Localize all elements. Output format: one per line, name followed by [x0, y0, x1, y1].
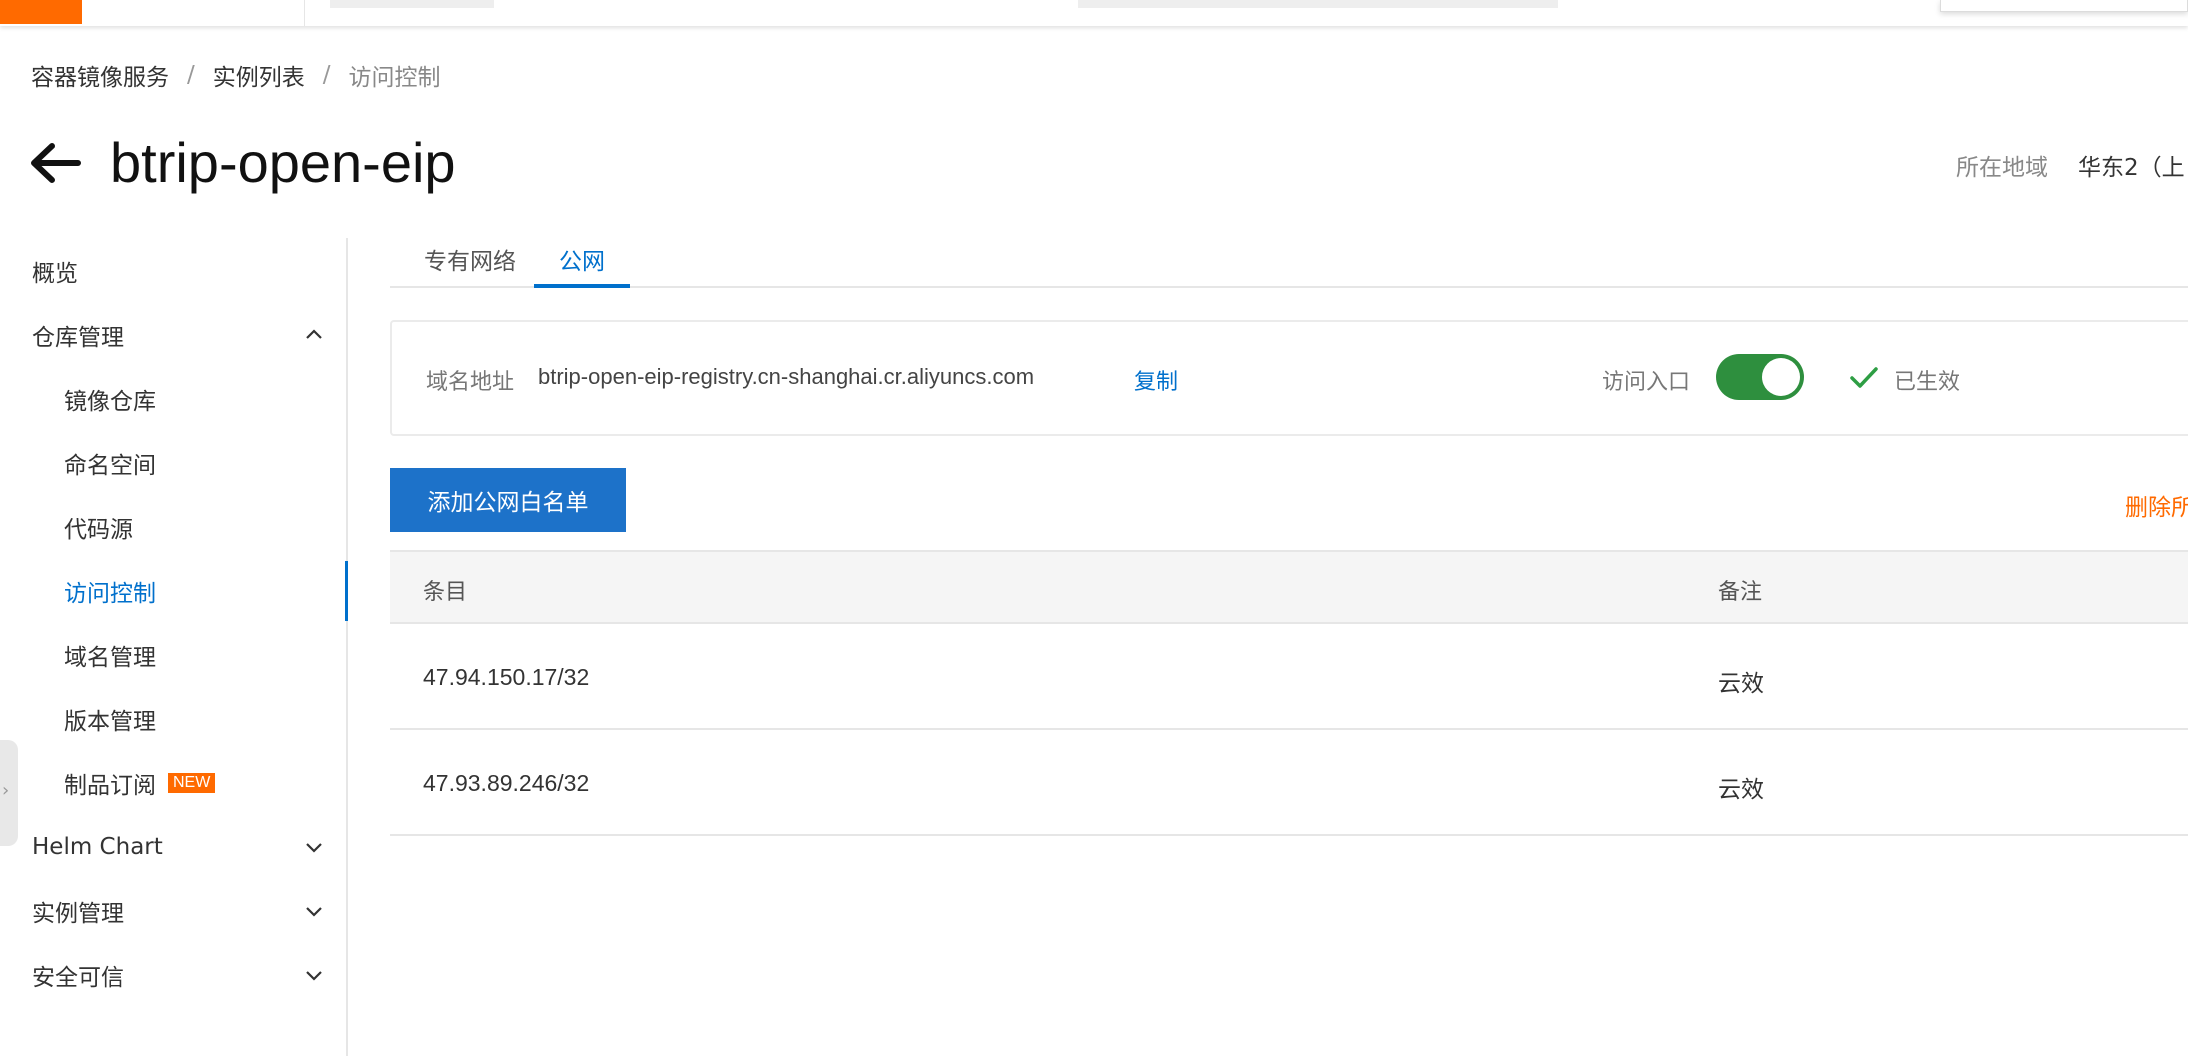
- chevron-right-icon: ›: [2, 780, 10, 801]
- breadcrumb-separator: /: [322, 62, 331, 88]
- domain-card: 域名地址 btrip-open-eip-registry.cn-shanghai…: [390, 320, 2188, 436]
- chevron-down-icon: [306, 843, 322, 853]
- tab-vpc[interactable]: 专有网络: [416, 242, 524, 288]
- sidebar-item-label: 访问控制: [64, 581, 156, 607]
- sidebar-item-label: 版本管理: [64, 709, 156, 735]
- check-icon: [1850, 367, 1878, 388]
- brand-logo[interactable]: [0, 0, 82, 24]
- tab-public[interactable]: 公网: [534, 242, 630, 288]
- cell-entry: 47.94.150.17/32: [423, 664, 590, 690]
- status-text: 已生效: [1894, 370, 1961, 395]
- chevron-down-icon: [306, 971, 322, 981]
- toggle-knob: [1762, 358, 1800, 396]
- topbar-divider: [304, 0, 305, 26]
- cell-entry: 47.93.89.246/32: [423, 770, 590, 796]
- sidebar-item-label: 概览: [32, 261, 78, 287]
- table-row: 47.93.89.246/32 云效: [390, 730, 2188, 836]
- back-arrow-icon[interactable]: [28, 138, 82, 188]
- add-whitelist-button[interactable]: 添加公网白名单: [390, 468, 626, 532]
- sidebar-item-label: 代码源: [64, 517, 133, 543]
- cell-note: 云效: [1718, 671, 1764, 697]
- sidebar-item-label: 命名空间: [64, 453, 156, 479]
- top-navbar: [0, 0, 2188, 26]
- region-label: 所在地域: [1956, 155, 2048, 181]
- sidebar-item-label: 安全可信: [32, 965, 124, 991]
- sidebar-item-label: 制品订阅: [64, 773, 156, 799]
- sidebar-item-label: Helm Chart: [32, 834, 163, 860]
- whitelist-table: 条目 备注 47.94.150.17/32 云效 47.93.89.246/32…: [390, 550, 2188, 836]
- breadcrumb-item-service[interactable]: 容器镜像服务: [31, 58, 169, 92]
- region-info: 所在地域 华东2（上: [1956, 148, 2185, 182]
- region-value: 华东2（上: [2078, 155, 2185, 181]
- column-header-entry: 条目: [423, 580, 468, 605]
- page-title: btrip-open-eip: [110, 131, 456, 194]
- sidebar-item-label: 镜像仓库: [64, 389, 156, 415]
- chevron-up-icon: [306, 329, 322, 339]
- cell-note: 云效: [1718, 777, 1764, 803]
- sidebar-item-access-control[interactable]: 访问控制: [0, 561, 348, 621]
- sidebar-group-repo-mgmt[interactable]: 仓库管理: [0, 305, 346, 365]
- network-tabs: 专有网络 公网: [390, 232, 2188, 288]
- breadcrumb: 容器镜像服务 / 实例列表 / 访问控制: [31, 58, 441, 92]
- sidebar-collapse-handle[interactable]: ›: [0, 740, 18, 846]
- sidebar-item-code-source[interactable]: 代码源: [0, 497, 346, 557]
- sidebar-item-version-mgmt[interactable]: 版本管理: [0, 689, 346, 749]
- sidebar-item-label: 实例管理: [32, 901, 124, 927]
- new-badge: NEW: [168, 773, 216, 793]
- domain-value: btrip-open-eip-registry.cn-shanghai.cr.a…: [538, 364, 1035, 389]
- breadcrumb-separator: /: [187, 62, 195, 88]
- topbar-popover: [1940, 0, 2188, 12]
- access-entry-label: 访问入口: [1602, 370, 1691, 395]
- sidebar-item-domain-mgmt[interactable]: 域名管理: [0, 625, 346, 685]
- delete-all-link[interactable]: 删除所: [2125, 488, 2188, 522]
- copy-link[interactable]: 复制: [1134, 364, 1178, 396]
- access-entry-toggle[interactable]: [1716, 354, 1804, 400]
- sidebar-item-label: 仓库管理: [32, 325, 124, 351]
- table-header: 条目 备注: [390, 550, 2188, 624]
- chevron-down-icon: [306, 907, 322, 917]
- sidebar-item-overview[interactable]: 概览: [0, 241, 346, 301]
- sidebar-group-helm-chart[interactable]: Helm Chart: [0, 817, 346, 877]
- sidebar-item-label: 域名管理: [64, 645, 156, 671]
- topbar-search[interactable]: [1078, 0, 1558, 8]
- sidebar-item-namespace[interactable]: 命名空间: [0, 433, 346, 493]
- sidebar-item-image-repo[interactable]: 镜像仓库: [0, 369, 346, 429]
- sidebar-group-security[interactable]: 安全可信: [0, 945, 346, 1005]
- sidebar: 概览 仓库管理 镜像仓库 命名空间 代码源 访问控制 域名管理 版本管理 制品订…: [0, 238, 348, 1056]
- column-header-note: 备注: [1718, 580, 1763, 605]
- topbar-placeholder: [330, 0, 494, 8]
- table-row: 47.94.150.17/32 云效: [390, 624, 2188, 730]
- domain-label: 域名地址: [426, 370, 515, 395]
- sidebar-item-artifact-subscription[interactable]: 制品订阅 NEW: [0, 753, 346, 813]
- breadcrumb-item-current: 访问控制: [348, 65, 441, 91]
- breadcrumb-item-instances[interactable]: 实例列表: [213, 58, 305, 92]
- sidebar-group-instance-mgmt[interactable]: 实例管理: [0, 881, 346, 941]
